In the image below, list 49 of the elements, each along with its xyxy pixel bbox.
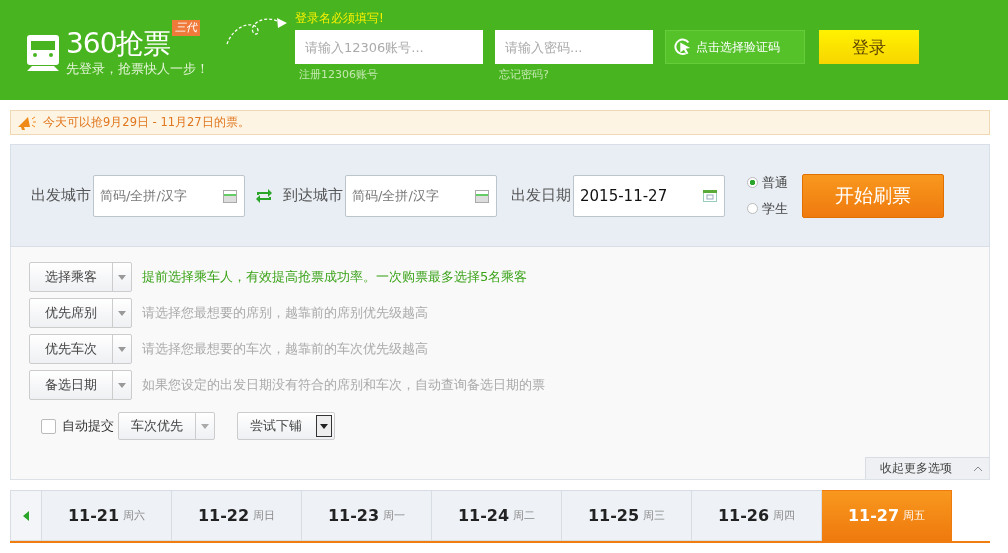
option-hint: 如果您设定的出发日期没有符合的席别和车次，自动查询备选日期的票 — [142, 376, 545, 394]
left-arrow-icon — [23, 510, 29, 521]
caret-icon — [320, 423, 328, 429]
chevron-up-icon — [973, 465, 983, 472]
train-icon — [26, 33, 60, 73]
collapse-button[interactable]: 收起更多选项 — [865, 457, 989, 479]
caret-icon — [118, 382, 126, 388]
cursor-icon — [674, 38, 692, 56]
option-dropdown[interactable]: 选择乘客 — [29, 262, 132, 292]
slogan: 先登录，抢票快人一步！ — [66, 60, 209, 78]
calendar-icon — [703, 189, 717, 202]
mode-dropdown[interactable]: 车次优先 — [118, 412, 215, 440]
to-city-field[interactable]: 简码/全拼/汉字 — [345, 174, 497, 217]
swap-icon[interactable] — [255, 187, 273, 204]
to-label: 到达城市 — [283, 186, 343, 205]
password-field[interactable]: 请输入密码... — [495, 30, 653, 64]
date-tab[interactable]: 11-21 周六 — [42, 490, 172, 541]
option-hint: 请选择您最想要的车次，越靠前的车次优先级越高 — [142, 340, 428, 358]
from-city-field[interactable]: 简码/全拼/汉字 — [93, 174, 245, 217]
date-tab[interactable]: 11-22 周日 — [172, 490, 302, 541]
from-label: 出发城市 — [31, 186, 91, 205]
ticket-type-radio[interactable]: 普通 — [747, 173, 788, 192]
date-tab[interactable]: 11-26 周四 — [692, 490, 822, 541]
ticket-type-radio[interactable]: 学生 — [747, 199, 788, 218]
version-badge: 三代 — [172, 20, 201, 36]
notice-text: 今天可以抢9月29日 - 11月27日的票。 — [43, 115, 250, 130]
megaphone-icon — [17, 114, 37, 131]
caret-icon — [118, 346, 126, 352]
caret-icon — [118, 274, 126, 280]
option-dropdown[interactable]: 优先车次 — [29, 334, 132, 364]
login-button[interactable]: 登录 — [819, 30, 919, 64]
logo-title: 360抢票 — [66, 28, 171, 60]
previous-button[interactable] — [10, 490, 42, 541]
date-tab[interactable]: 11-23 周一 — [302, 490, 432, 541]
date-field[interactable]: 2015-11-27 — [573, 174, 725, 217]
option-dropdown[interactable]: 备选日期 — [29, 370, 132, 400]
option-hint: 提前选择乘车人，有效提高抢票成功率。一次购票最多选择5名乘客 — [142, 268, 528, 286]
date-label: 出发日期 — [511, 186, 571, 205]
login-hint: 登录名必须填写! — [295, 10, 385, 27]
date-tab[interactable]: 11-24 周二 — [432, 490, 562, 541]
auto-submit-label: 自动提交 — [62, 417, 114, 435]
date-tab[interactable]: 11-25 周三 — [562, 490, 692, 541]
option-dropdown[interactable]: 优先席别 — [29, 298, 132, 328]
option-hint: 请选择您最想要的席别，越靠前的席别优先级越高 — [142, 304, 428, 322]
caret-icon — [201, 423, 209, 429]
berth-dropdown[interactable]: 尝试下铺 — [237, 412, 335, 440]
auto-submit-checkbox[interactable] — [41, 418, 56, 434]
account-field[interactable]: 请输入12306账号... — [295, 30, 483, 64]
caret-icon — [118, 310, 126, 316]
